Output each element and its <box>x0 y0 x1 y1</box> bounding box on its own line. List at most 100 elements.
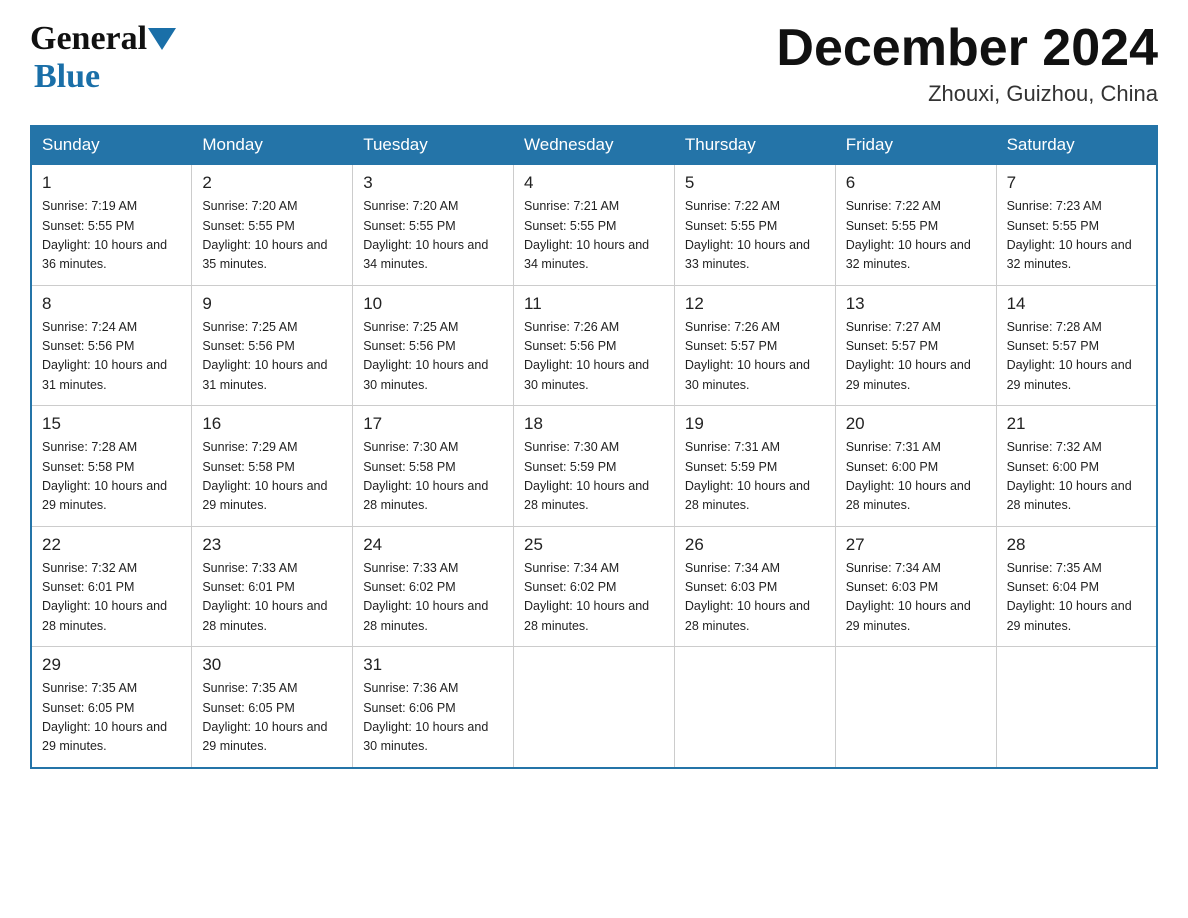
day-info: Sunrise: 7:34 AMSunset: 6:03 PMDaylight:… <box>685 559 825 637</box>
day-number: 18 <box>524 414 664 434</box>
day-number: 15 <box>42 414 181 434</box>
title-area: December 2024 Zhouxi, Guizhou, China <box>776 20 1158 107</box>
day-number: 11 <box>524 294 664 314</box>
week-row-3: 15 Sunrise: 7:28 AMSunset: 5:58 PMDayligh… <box>31 406 1157 527</box>
day-info: Sunrise: 7:21 AMSunset: 5:55 PMDaylight:… <box>524 197 664 275</box>
day-number: 5 <box>685 173 825 193</box>
calendar-cell: 18 Sunrise: 7:30 AMSunset: 5:59 PMDayligh… <box>514 406 675 527</box>
calendar-cell: 3 Sunrise: 7:20 AMSunset: 5:55 PMDaylight… <box>353 165 514 286</box>
calendar-cell: 4 Sunrise: 7:21 AMSunset: 5:55 PMDaylight… <box>514 165 675 286</box>
calendar-cell: 16 Sunrise: 7:29 AMSunset: 5:58 PMDayligh… <box>192 406 353 527</box>
week-row-5: 29 Sunrise: 7:35 AMSunset: 6:05 PMDayligh… <box>31 647 1157 768</box>
day-info: Sunrise: 7:30 AMSunset: 5:58 PMDaylight:… <box>363 438 503 516</box>
day-info: Sunrise: 7:35 AMSunset: 6:05 PMDaylight:… <box>42 679 181 757</box>
logo-blue-text: Blue <box>34 58 100 95</box>
calendar-cell: 10 Sunrise: 7:25 AMSunset: 5:56 PMDayligh… <box>353 285 514 406</box>
day-info: Sunrise: 7:28 AMSunset: 5:57 PMDaylight:… <box>1007 318 1146 396</box>
calendar-cell <box>835 647 996 768</box>
calendar-cell: 13 Sunrise: 7:27 AMSunset: 5:57 PMDayligh… <box>835 285 996 406</box>
day-number: 17 <box>363 414 503 434</box>
month-title: December 2024 <box>776 20 1158 77</box>
page-header: General Blue December 2024 Zhouxi, Guizh… <box>30 20 1158 107</box>
calendar-cell: 19Sunrise: 7:31 AMSunset: 5:59 PMDayligh… <box>674 406 835 527</box>
day-number: 3 <box>363 173 503 193</box>
day-info: Sunrise: 7:32 AMSunset: 6:01 PMDaylight:… <box>42 559 181 637</box>
day-number: 29 <box>42 655 181 675</box>
calendar-cell: 28Sunrise: 7:35 AMSunset: 6:04 PMDayligh… <box>996 526 1157 647</box>
day-number: 16 <box>202 414 342 434</box>
calendar-cell: 23 Sunrise: 7:33 AMSunset: 6:01 PMDayligh… <box>192 526 353 647</box>
calendar-cell: 11 Sunrise: 7:26 AMSunset: 5:56 PMDayligh… <box>514 285 675 406</box>
day-number: 4 <box>524 173 664 193</box>
day-info: Sunrise: 7:33 AMSunset: 6:01 PMDaylight:… <box>202 559 342 637</box>
week-row-4: 22 Sunrise: 7:32 AMSunset: 6:01 PMDayligh… <box>31 526 1157 647</box>
day-number: 22 <box>42 535 181 555</box>
day-info: Sunrise: 7:27 AMSunset: 5:57 PMDaylight:… <box>846 318 986 396</box>
day-number: 20 <box>846 414 986 434</box>
location-subtitle: Zhouxi, Guizhou, China <box>776 81 1158 107</box>
calendar-cell: 24 Sunrise: 7:33 AMSunset: 6:02 PMDayligh… <box>353 526 514 647</box>
calendar-cell: 20 Sunrise: 7:31 AMSunset: 6:00 PMDayligh… <box>835 406 996 527</box>
calendar-cell: 6 Sunrise: 7:22 AMSunset: 5:55 PMDaylight… <box>835 165 996 286</box>
day-info: Sunrise: 7:22 AMSunset: 5:55 PMDaylight:… <box>685 197 825 275</box>
day-info: Sunrise: 7:22 AMSunset: 5:55 PMDaylight:… <box>846 197 986 275</box>
day-info: Sunrise: 7:25 AMSunset: 5:56 PMDaylight:… <box>202 318 342 396</box>
day-number: 7 <box>1007 173 1146 193</box>
day-info: Sunrise: 7:20 AMSunset: 5:55 PMDaylight:… <box>363 197 503 275</box>
day-info: Sunrise: 7:24 AMSunset: 5:56 PMDaylight:… <box>42 318 181 396</box>
calendar-cell: 7 Sunrise: 7:23 AMSunset: 5:55 PMDaylight… <box>996 165 1157 286</box>
day-info: Sunrise: 7:35 AMSunset: 6:05 PMDaylight:… <box>202 679 342 757</box>
day-number: 2 <box>202 173 342 193</box>
week-row-1: 1Sunrise: 7:19 AMSunset: 5:55 PMDaylight… <box>31 165 1157 286</box>
weekday-header-sunday: Sunday <box>31 126 192 165</box>
calendar-cell: 22 Sunrise: 7:32 AMSunset: 6:01 PMDayligh… <box>31 526 192 647</box>
day-number: 23 <box>202 535 342 555</box>
day-number: 9 <box>202 294 342 314</box>
calendar-cell: 31 Sunrise: 7:36 AMSunset: 6:06 PMDayligh… <box>353 647 514 768</box>
day-info: Sunrise: 7:31 AMSunset: 6:00 PMDaylight:… <box>846 438 986 516</box>
weekday-header-wednesday: Wednesday <box>514 126 675 165</box>
calendar-cell: 8 Sunrise: 7:24 AMSunset: 5:56 PMDaylight… <box>31 285 192 406</box>
day-number: 10 <box>363 294 503 314</box>
weekday-header-thursday: Thursday <box>674 126 835 165</box>
day-info: Sunrise: 7:29 AMSunset: 5:58 PMDaylight:… <box>202 438 342 516</box>
day-number: 6 <box>846 173 986 193</box>
day-number: 13 <box>846 294 986 314</box>
day-info: Sunrise: 7:34 AMSunset: 6:02 PMDaylight:… <box>524 559 664 637</box>
day-info: Sunrise: 7:32 AMSunset: 6:00 PMDaylight:… <box>1007 438 1146 516</box>
day-info: Sunrise: 7:30 AMSunset: 5:59 PMDaylight:… <box>524 438 664 516</box>
weekday-header-friday: Friday <box>835 126 996 165</box>
calendar-cell: 2 Sunrise: 7:20 AMSunset: 5:55 PMDaylight… <box>192 165 353 286</box>
calendar-cell: 15 Sunrise: 7:28 AMSunset: 5:58 PMDayligh… <box>31 406 192 527</box>
day-info: Sunrise: 7:26 AMSunset: 5:57 PMDaylight:… <box>685 318 825 396</box>
logo-area: General Blue <box>30 20 178 96</box>
logo-general-text: General <box>30 20 147 58</box>
day-info: Sunrise: 7:33 AMSunset: 6:02 PMDaylight:… <box>363 559 503 637</box>
weekday-header-tuesday: Tuesday <box>353 126 514 165</box>
week-row-2: 8 Sunrise: 7:24 AMSunset: 5:56 PMDaylight… <box>31 285 1157 406</box>
calendar-cell <box>514 647 675 768</box>
day-info: Sunrise: 7:19 AMSunset: 5:55 PMDaylight:… <box>42 197 181 275</box>
day-info: Sunrise: 7:25 AMSunset: 5:56 PMDaylight:… <box>363 318 503 396</box>
logo-blue-line: Blue <box>30 58 100 96</box>
calendar-cell: 1Sunrise: 7:19 AMSunset: 5:55 PMDaylight… <box>31 165 192 286</box>
calendar-cell <box>996 647 1157 768</box>
day-number: 24 <box>363 535 503 555</box>
weekday-header-saturday: Saturday <box>996 126 1157 165</box>
logo-arrow-icon <box>148 28 176 50</box>
calendar-cell: 12Sunrise: 7:26 AMSunset: 5:57 PMDayligh… <box>674 285 835 406</box>
day-number: 8 <box>42 294 181 314</box>
calendar-cell: 14Sunrise: 7:28 AMSunset: 5:57 PMDayligh… <box>996 285 1157 406</box>
day-info: Sunrise: 7:28 AMSunset: 5:58 PMDaylight:… <box>42 438 181 516</box>
weekday-header-row: SundayMondayTuesdayWednesdayThursdayFrid… <box>31 126 1157 165</box>
calendar-table: SundayMondayTuesdayWednesdayThursdayFrid… <box>30 125 1158 769</box>
day-info: Sunrise: 7:26 AMSunset: 5:56 PMDaylight:… <box>524 318 664 396</box>
day-info: Sunrise: 7:36 AMSunset: 6:06 PMDaylight:… <box>363 679 503 757</box>
day-number: 27 <box>846 535 986 555</box>
day-number: 31 <box>363 655 503 675</box>
day-number: 21 <box>1007 414 1146 434</box>
calendar-cell: 27Sunrise: 7:34 AMSunset: 6:03 PMDayligh… <box>835 526 996 647</box>
day-info: Sunrise: 7:20 AMSunset: 5:55 PMDaylight:… <box>202 197 342 275</box>
day-info: Sunrise: 7:23 AMSunset: 5:55 PMDaylight:… <box>1007 197 1146 275</box>
calendar-cell: 5 Sunrise: 7:22 AMSunset: 5:55 PMDaylight… <box>674 165 835 286</box>
